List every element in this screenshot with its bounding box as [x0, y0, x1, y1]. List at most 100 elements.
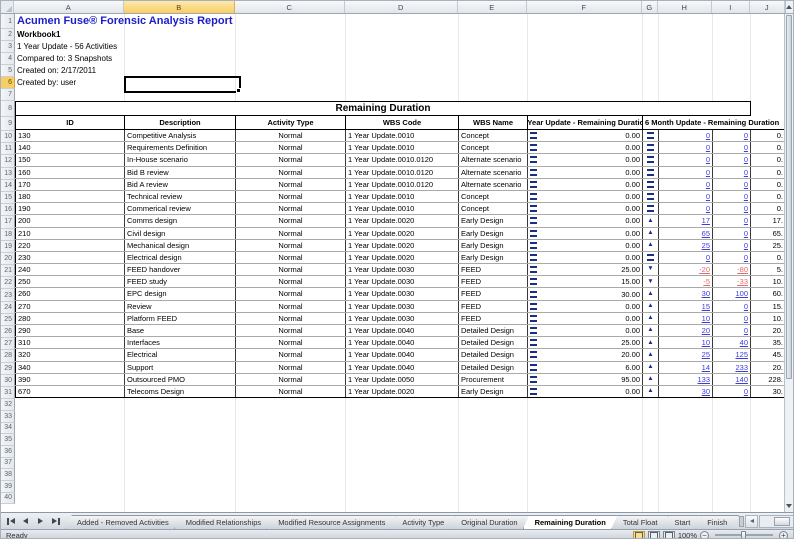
zoom-in-button[interactable]: +	[779, 531, 788, 539]
cell-activity-type[interactable]: Normal	[236, 288, 346, 299]
cell-year-update[interactable]: 0.00	[528, 203, 643, 214]
cell-activity-type[interactable]: Normal	[236, 167, 346, 178]
column-header-I[interactable]: I	[712, 1, 750, 13]
cell-year-update[interactable]: 6.00	[528, 362, 643, 373]
cell-six-month[interactable]: 228.	[751, 374, 784, 385]
cell-activity-type[interactable]: Normal	[236, 264, 346, 275]
row-header-18[interactable]: 18	[1, 229, 15, 241]
cell-activity-type[interactable]: Normal	[236, 349, 346, 360]
cell-six-month[interactable]: 0.	[751, 191, 784, 202]
row-header-38[interactable]: 38	[1, 469, 15, 481]
info-line-row-1[interactable]: Acumen Fuse® Forensic Analysis Report	[17, 15, 233, 27]
cell-six-month[interactable]: 0.	[751, 142, 784, 153]
cell-six-month[interactable]: 20.	[751, 362, 784, 373]
cell-pct[interactable]: 0	[713, 301, 751, 312]
cell-wbs-name[interactable]: Concept	[459, 130, 528, 141]
cell-trend[interactable]: ▲	[643, 386, 659, 397]
cell-six-month[interactable]: 0.	[751, 203, 784, 214]
cell-trend[interactable]: ▼	[643, 276, 659, 287]
cell-activity-type[interactable]: Normal	[236, 252, 346, 263]
cell-trend[interactable]: ▲	[643, 325, 659, 336]
cell-id[interactable]: 670	[15, 386, 125, 397]
cell-year-update[interactable]: 25.00	[528, 264, 643, 275]
column-header-D[interactable]: D	[345, 1, 458, 13]
cell-description[interactable]: Civil design	[125, 228, 236, 239]
cell-activity-type[interactable]: Normal	[236, 142, 346, 153]
cell-wbs-code[interactable]: 1 Year Update.0030	[346, 301, 459, 312]
cell-year-update[interactable]: 95.00	[528, 374, 643, 385]
row-header-25[interactable]: 25	[1, 314, 15, 326]
cell-description[interactable]: Mechanical design	[125, 240, 236, 251]
cell-id[interactable]: 250	[15, 276, 125, 287]
row-header-5[interactable]: 5	[1, 65, 15, 77]
cell-wbs-code[interactable]: 1 Year Update.0040	[346, 349, 459, 360]
cell-activity-type[interactable]: Normal	[236, 386, 346, 397]
cell-six-month[interactable]: 15.	[751, 301, 784, 312]
row-header-33[interactable]: 33	[1, 411, 15, 423]
cell-year-update[interactable]: 0.00	[528, 130, 643, 141]
row-header-40[interactable]: 40	[1, 493, 15, 505]
cell-description[interactable]: Base	[125, 325, 236, 336]
sheet-tab-2[interactable]: Modified Resource Assignments	[266, 515, 397, 530]
column-header-C[interactable]: C	[235, 1, 345, 13]
cell-activity-type[interactable]: Normal	[236, 215, 346, 226]
header-id[interactable]: ID	[15, 116, 125, 130]
cell-wbs-code[interactable]: 1 Year Update.0030	[346, 276, 459, 287]
vertical-scroll-thumb[interactable]	[786, 15, 792, 379]
cell-wbs-code[interactable]: 1 Year Update.0020	[346, 252, 459, 263]
zoom-slider[interactable]	[715, 534, 773, 536]
cell-activity-type[interactable]: Normal	[236, 313, 346, 324]
cell-id[interactable]: 280	[15, 313, 125, 324]
cell-id[interactable]: 150	[15, 154, 125, 165]
cell-description[interactable]: Competitive Analysis	[125, 130, 236, 141]
sheet-tab-6[interactable]: Total Float	[611, 515, 670, 530]
cell-six-month[interactable]: 30.	[751, 386, 784, 397]
row-header-21[interactable]: 21	[1, 265, 15, 277]
row-header-29[interactable]: 29	[1, 363, 15, 375]
cell-id[interactable]: 200	[15, 215, 125, 226]
cell-wbs-code[interactable]: 1 Year Update.0010.0120	[346, 179, 459, 190]
cell-year-update[interactable]: 0.00	[528, 191, 643, 202]
cell-wbs-code[interactable]: 1 Year Update.0030	[346, 313, 459, 324]
cell-delta[interactable]: 0	[659, 191, 713, 202]
row-header-28[interactable]: 28	[1, 350, 15, 362]
cell-delta[interactable]: 14	[659, 362, 713, 373]
cell-delta[interactable]: 0	[659, 154, 713, 165]
cell-description[interactable]: FEED study	[125, 276, 236, 287]
cell-trend[interactable]: ▲	[643, 288, 659, 299]
cell-delta[interactable]: 10	[659, 337, 713, 348]
row-header-3[interactable]: 3	[1, 41, 15, 53]
cell-year-update[interactable]: 20.00	[528, 349, 643, 360]
cell-six-month[interactable]: 0.	[751, 252, 784, 263]
cell-activity-type[interactable]: Normal	[236, 325, 346, 336]
cell-year-update[interactable]: 0.00	[528, 301, 643, 312]
cell-year-update[interactable]: 0.00	[528, 252, 643, 263]
cell-delta[interactable]: -5	[659, 276, 713, 287]
cell-trend[interactable]: ▲	[643, 362, 659, 373]
cell-wbs-code[interactable]: 1 Year Update.0010	[346, 203, 459, 214]
cell-activity-type[interactable]: Normal	[236, 276, 346, 287]
cell-pct[interactable]: 125	[713, 349, 751, 360]
cell-wbs-name[interactable]: Concept	[459, 191, 528, 202]
info-line-row-3[interactable]: 1 Year Update - 56 Activities	[17, 42, 117, 51]
row-header-22[interactable]: 22	[1, 277, 15, 289]
vertical-scrollbar[interactable]	[784, 14, 793, 512]
cell-wbs-name[interactable]: FEED	[459, 288, 528, 299]
cell-pct[interactable]: 0	[713, 154, 751, 165]
cell-wbs-name[interactable]: Detailed Design	[459, 362, 528, 373]
cell-id[interactable]: 260	[15, 288, 125, 299]
first-sheet-button[interactable]	[4, 515, 17, 528]
cell-wbs-code[interactable]: 1 Year Update.0040	[346, 362, 459, 373]
horizontal-scroll-thumb[interactable]	[774, 517, 790, 526]
cell-wbs-name[interactable]: Detailed Design	[459, 349, 528, 360]
cell-delta[interactable]: 20	[659, 325, 713, 336]
cell-wbs-code[interactable]: 1 Year Update.0010	[346, 191, 459, 202]
sheet-grid[interactable]: Acumen Fuse® Forensic Analysis ReportWor…	[15, 14, 784, 512]
cell-pct[interactable]: 0	[713, 386, 751, 397]
cell-description[interactable]: Electrical	[125, 349, 236, 360]
cell-wbs-code[interactable]: 1 Year Update.0030	[346, 264, 459, 275]
cell-trend[interactable]	[643, 252, 659, 263]
cell-pct[interactable]: 0	[713, 130, 751, 141]
cell-trend[interactable]	[643, 130, 659, 141]
prev-sheet-button[interactable]	[19, 515, 32, 528]
